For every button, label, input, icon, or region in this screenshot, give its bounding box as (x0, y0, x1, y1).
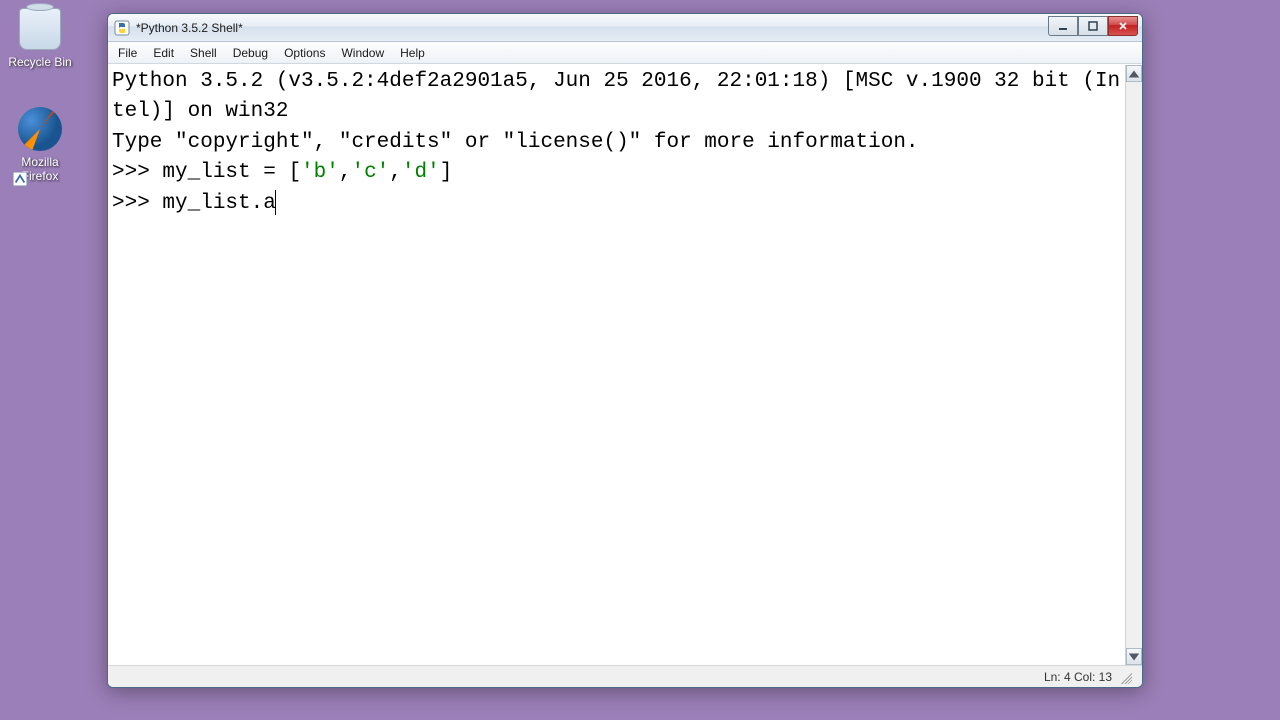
titlebar[interactable]: *Python 3.5.2 Shell* (108, 14, 1142, 42)
menu-window[interactable]: Window (333, 42, 392, 63)
vertical-scrollbar[interactable] (1125, 65, 1142, 665)
desktop-icon-label: Recycle Bin (5, 55, 75, 69)
menu-shell[interactable]: Shell (182, 42, 225, 63)
maximize-icon (1088, 21, 1098, 31)
window-controls (1048, 16, 1138, 36)
statusbar: Ln: 4 Col: 13 (108, 665, 1142, 687)
minimize-button[interactable] (1048, 16, 1078, 36)
close-icon (1118, 21, 1128, 31)
shell-text-area[interactable]: Python 3.5.2 (v3.5.2:4def2a2901a5, Jun 2… (108, 65, 1125, 665)
menu-debug[interactable]: Debug (225, 42, 276, 63)
resize-grip[interactable] (1118, 670, 1132, 684)
close-button[interactable] (1108, 16, 1138, 36)
desktop-icon-firefox[interactable]: Mozilla Firefox (5, 105, 75, 184)
menu-help[interactable]: Help (392, 42, 433, 63)
scroll-down-button[interactable] (1126, 648, 1142, 665)
window-title: *Python 3.5.2 Shell* (136, 21, 1048, 35)
menu-file[interactable]: File (110, 42, 145, 63)
cursor-position: Ln: 4 Col: 13 (1044, 670, 1112, 684)
scroll-up-button[interactable] (1126, 65, 1142, 82)
text-cursor (275, 190, 277, 215)
idle-window: *Python 3.5.2 Shell* File Edit Shell Deb… (107, 13, 1143, 688)
minimize-icon (1058, 21, 1068, 31)
firefox-icon (16, 105, 64, 153)
desktop-icon-recycle-bin[interactable]: Recycle Bin (5, 5, 75, 69)
menu-edit[interactable]: Edit (145, 42, 182, 63)
python-icon (114, 20, 130, 36)
scroll-up-icon (1127, 67, 1141, 81)
recycle-bin-icon (16, 5, 64, 53)
maximize-button[interactable] (1078, 16, 1108, 36)
scroll-down-icon (1127, 650, 1141, 664)
menu-options[interactable]: Options (276, 42, 333, 63)
menubar: File Edit Shell Debug Options Window Hel… (108, 42, 1142, 64)
content-wrap: Python 3.5.2 (v3.5.2:4def2a2901a5, Jun 2… (108, 64, 1142, 665)
